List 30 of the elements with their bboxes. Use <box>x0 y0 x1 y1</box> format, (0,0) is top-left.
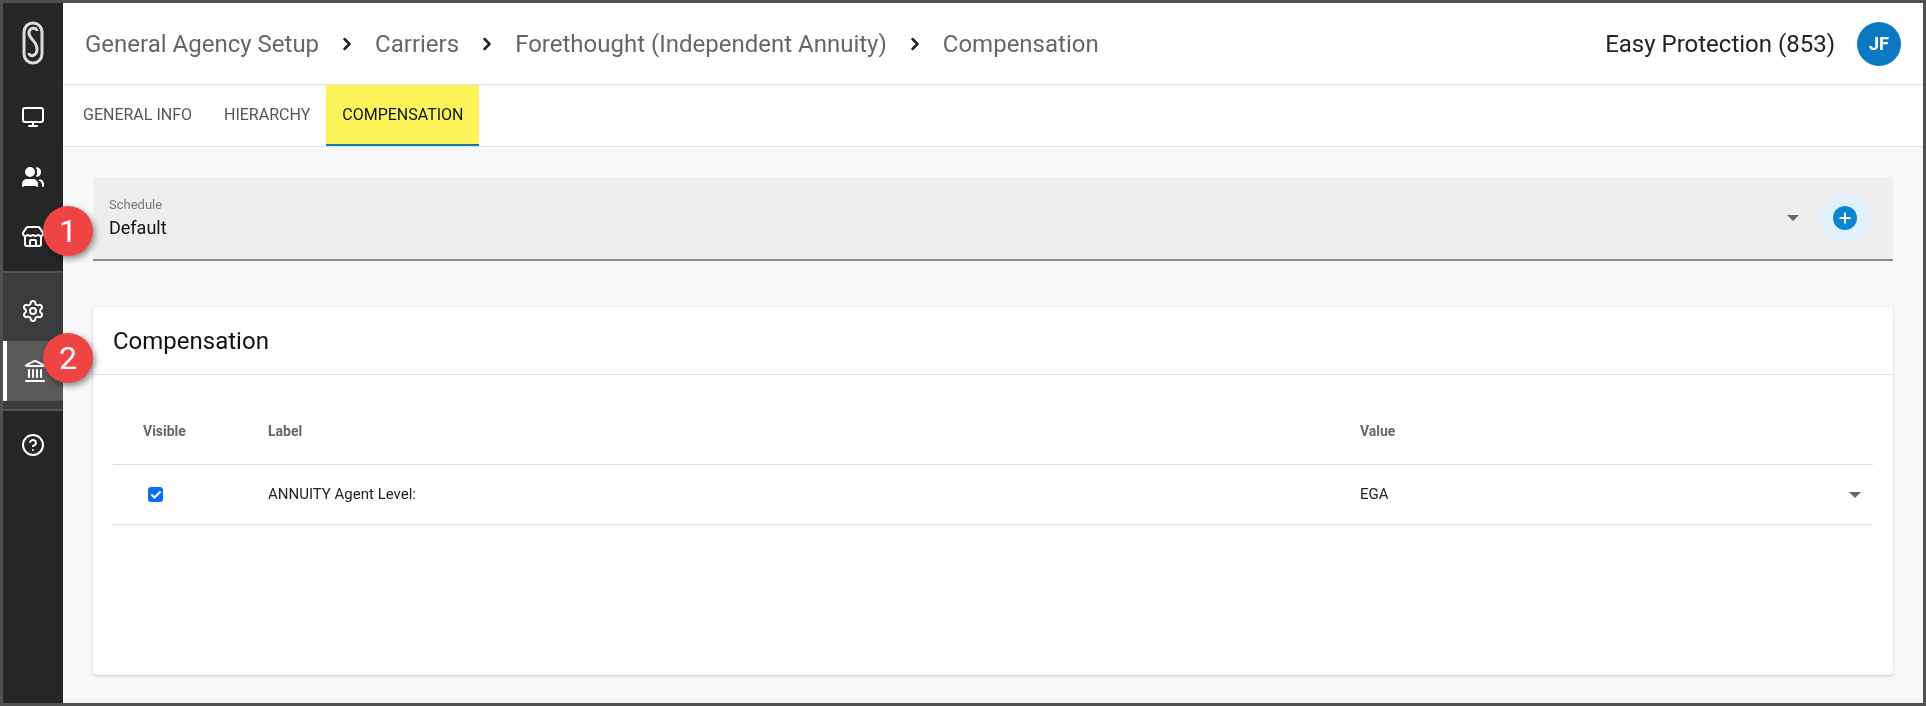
column-header: Label <box>268 422 304 441</box>
logo-icon[interactable] <box>22 21 44 65</box>
tab[interactable]: HIERARCHY <box>208 85 327 146</box>
schedule-select[interactable]: Schedule Default <box>93 177 1893 261</box>
tab[interactable]: GENERAL INFO <box>67 85 208 146</box>
visible-checkbox[interactable] <box>148 487 163 502</box>
store-icon <box>21 225 45 249</box>
value-select[interactable]: EGA <box>1360 483 1873 506</box>
add-button[interactable] <box>1821 194 1869 242</box>
breadcrumb-link[interactable]: General Agency Setup <box>85 25 320 62</box>
field-value: Default <box>109 216 168 241</box>
breadcrumb-link[interactable]: Carriers <box>375 25 460 62</box>
user-avatar[interactable]: JF <box>1857 21 1901 66</box>
column-header: Visible <box>142 422 187 441</box>
row-label: ANNUITY Agent Level: <box>268 484 417 506</box>
field-label: Schedule <box>109 195 164 214</box>
bank-icon <box>23 359 47 383</box>
dropdown-caret-icon <box>1849 491 1861 498</box>
breadcrumb-link[interactable]: Compensation <box>942 25 1099 62</box>
people-icon <box>21 165 45 189</box>
breadcrumb-link[interactable]: Forethought (Independent Annuity) <box>515 25 887 62</box>
agency-name: Easy Protection (853) <box>1605 28 1835 60</box>
dropdown-caret-icon <box>1787 215 1799 221</box>
tab[interactable]: COMPENSATION <box>326 85 480 146</box>
card-title: Compensation <box>113 325 269 357</box>
help-icon <box>21 433 45 457</box>
plus-icon <box>1833 206 1857 230</box>
gear-icon <box>21 299 45 323</box>
column-header: Value <box>1360 422 1396 441</box>
monitor-icon <box>21 105 45 129</box>
